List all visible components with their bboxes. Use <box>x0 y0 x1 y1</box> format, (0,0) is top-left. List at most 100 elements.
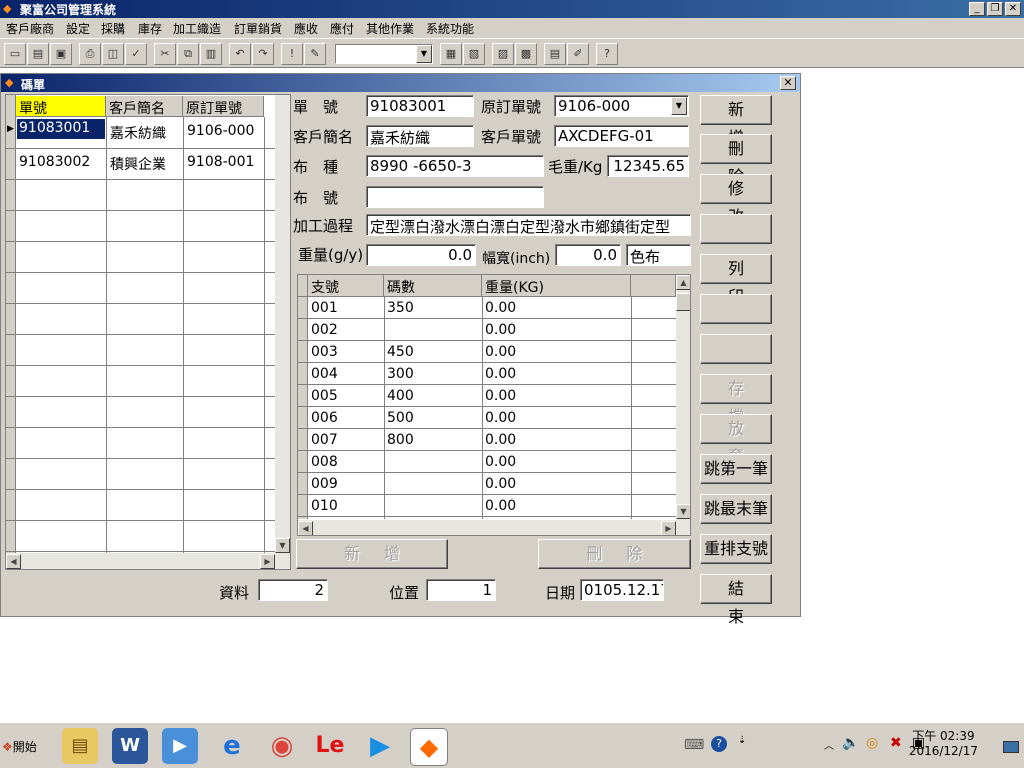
detail-cell-piece-no[interactable]: 006 <box>311 410 338 426</box>
paste-icon[interactable]: ▥ <box>200 43 222 65</box>
show-hidden-icons-icon[interactable]: ︿ <box>824 737 834 752</box>
column-header-customer[interactable]: 客戶簡名 <box>106 96 183 117</box>
column-header-orig-order[interactable]: 原訂單號 <box>183 96 264 117</box>
detail-cell-weight[interactable]: 0.00 <box>485 344 516 360</box>
copy-icon[interactable]: ⧉ <box>177 43 199 65</box>
detail-cell-yards[interactable]: 400 <box>387 388 414 404</box>
cloth-type-field[interactable]: 8990 -6650-3 <box>366 155 544 177</box>
detail-cell-weight[interactable]: 0.00 <box>485 498 516 514</box>
spellcheck-icon[interactable]: ✓ <box>125 43 147 65</box>
save-disk-icon[interactable]: ▣ <box>50 43 72 65</box>
scroll-left-icon[interactable]: ◀ <box>298 521 313 535</box>
list-horizontal-scrollbar[interactable] <box>6 553 290 569</box>
column-header-extra[interactable] <box>631 275 676 297</box>
scroll-left-icon[interactable]: ◀ <box>6 554 21 569</box>
column-header-order-no[interactable]: 單號 <box>16 96 106 117</box>
menu-inventory[interactable]: 庫存 <box>138 20 162 37</box>
column-header-weight-kg[interactable]: 重量(KG) <box>482 275 631 297</box>
cloth-no-field[interactable] <box>366 186 544 208</box>
menu-processing[interactable]: 加工織造 <box>173 20 221 37</box>
video-player-icon[interactable]: ▶ <box>362 728 398 764</box>
process-field[interactable]: 定型漂白潑水漂白漂白定型潑水市鄉鎮街定型 <box>366 214 691 236</box>
undo-icon[interactable]: ↶ <box>229 43 251 65</box>
detail-cell-weight[interactable]: 0.00 <box>485 432 516 448</box>
detail-cell-weight[interactable]: 0.00 <box>485 388 516 404</box>
chevron-down-icon[interactable]: ▼ <box>416 45 432 63</box>
detail-cell-weight[interactable]: 0.00 <box>485 410 516 426</box>
scroll-right-icon[interactable]: ▶ <box>260 554 275 569</box>
redo-icon[interactable]: ↷ <box>252 43 274 65</box>
detail-cell-yards[interactable]: 500 <box>387 410 414 426</box>
detail-cell-piece-no[interactable]: 007 <box>311 432 338 448</box>
column-header-piece-no[interactable]: 支號 <box>308 275 384 297</box>
print-button[interactable]: 列印 <box>700 254 772 306</box>
fox-app-icon[interactable]: ◆ <box>410 728 448 766</box>
detail-cell-piece-no[interactable]: 004 <box>311 366 338 382</box>
order-no-field[interactable]: 91083001 <box>366 95 474 117</box>
exclamation-icon[interactable]: ! <box>281 43 303 65</box>
column-header-yards[interactable]: 碼數 <box>384 275 482 297</box>
edit-form-icon[interactable]: ✐ <box>567 43 589 65</box>
detail-cell-piece-no[interactable]: 009 <box>311 476 338 492</box>
close-app-button[interactable]: ✕ <box>1005 2 1021 16</box>
table-icon[interactable]: ▤ <box>544 43 566 65</box>
discard-button[interactable]: 放棄 <box>700 414 772 466</box>
toolbar-combo[interactable]: ▼ <box>335 44 433 64</box>
detail-cell-weight[interactable]: 0.00 <box>485 476 516 492</box>
list-cell-order-no[interactable]: 91083001 <box>17 119 105 139</box>
list-cell-order-no[interactable]: 91083002 <box>19 154 90 170</box>
width-field[interactable]: 0.0 <box>555 244 621 266</box>
menu-customer-vendor[interactable]: 客戶廠商 <box>6 20 54 37</box>
list-cell-orig-order[interactable]: 9106-000 <box>187 123 254 139</box>
detail-cell-piece-no[interactable]: 005 <box>311 388 338 404</box>
cut-icon[interactable]: ✂ <box>154 43 176 65</box>
menu-settings[interactable]: 設定 <box>66 20 90 37</box>
detail-cell-weight[interactable]: 0.00 <box>485 300 516 316</box>
blank-button[interactable] <box>700 334 772 364</box>
form-icon[interactable]: ▦ <box>440 43 462 65</box>
scroll-up-icon[interactable]: ▲ <box>676 275 690 290</box>
gross-weight-field[interactable]: 12345.65 <box>607 155 689 177</box>
cust-order-field[interactable]: AXCDEFG-01 <box>554 125 689 147</box>
database-icon[interactable]: ▨ <box>492 43 514 65</box>
orig-order-combo[interactable]: 9106-000 ▼ <box>554 95 689 117</box>
print-preview-icon[interactable]: ◫ <box>102 43 124 65</box>
detail-vertical-scrollbar[interactable] <box>676 275 690 520</box>
detail-cell-piece-no[interactable]: 001 <box>311 300 338 316</box>
color-field[interactable]: 色布 <box>626 244 691 266</box>
first-record-button[interactable]: 跳第一筆 <box>700 454 772 484</box>
antivirus-icon[interactable]: ◎ <box>866 735 878 751</box>
detail-cell-weight[interactable]: 0.00 <box>485 454 516 470</box>
menu-payable[interactable]: 應付 <box>330 20 354 37</box>
clock[interactable]: 下午 02:39 2016/12/17 <box>909 729 978 759</box>
chevron-down-icon[interactable]: ⇣ <box>738 735 746 746</box>
menu-system-functions[interactable]: 系統功能 <box>426 20 474 37</box>
scroll-thumb[interactable] <box>676 293 690 311</box>
start-button[interactable]: ❖開始 <box>2 733 52 761</box>
help-tray-icon[interactable]: ? <box>711 736 727 752</box>
scroll-down-icon[interactable]: ▼ <box>275 538 290 553</box>
chevron-down-icon[interactable]: ▼ <box>671 97 687 115</box>
detail-cell-piece-no[interactable]: 002 <box>311 322 338 338</box>
keyboard-icon[interactable]: ⌨ <box>684 737 704 753</box>
add-button[interactable]: 新增 <box>700 95 772 147</box>
order-list-grid[interactable]: 單號 客戶簡名 原訂單號 ▶ 91083001 嘉禾紡織 9106-000 91… <box>5 94 291 570</box>
customer-field[interactable]: 嘉禾紡織 <box>366 125 474 147</box>
menu-orders-sales[interactable]: 訂單銷貨 <box>234 20 282 37</box>
detail-cell-yards[interactable]: 350 <box>387 300 414 316</box>
menu-receivable[interactable]: 應收 <box>294 20 318 37</box>
list-cell-customer[interactable]: 嘉禾紡織 <box>110 123 166 143</box>
list-vertical-scrollbar[interactable] <box>275 95 290 553</box>
detail-cell-weight[interactable]: 0.00 <box>485 366 516 382</box>
detail-cell-piece-no[interactable]: 003 <box>311 344 338 360</box>
media-player-icon[interactable]: ▶ <box>162 728 198 764</box>
detail-cell-yards[interactable]: 450 <box>387 344 414 360</box>
minimize-button[interactable]: _ <box>969 2 985 16</box>
blank-button[interactable] <box>700 294 772 324</box>
chart-edit-icon[interactable]: ✎ <box>304 43 326 65</box>
word-icon[interactable]: W <box>112 728 148 764</box>
list-cell-orig-order[interactable]: 9108-001 <box>187 154 254 170</box>
save-button[interactable]: 存檔 <box>700 374 772 426</box>
query-icon[interactable]: ▩ <box>515 43 537 65</box>
detail-cell-yards[interactable]: 300 <box>387 366 414 382</box>
